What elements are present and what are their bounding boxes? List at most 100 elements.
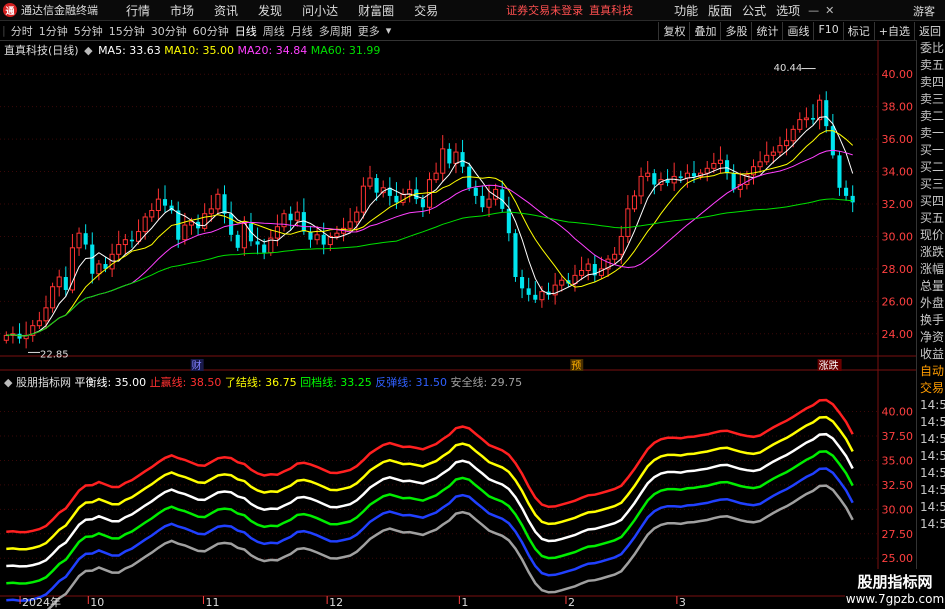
candle-body [394,195,399,203]
candle-body [817,99,823,121]
candle-body [473,187,478,196]
candle-body [440,148,446,174]
panel-item-16: 换手 [920,313,945,327]
panel-item-20: 交易 [920,381,945,395]
panel-item-11: 现价 [920,228,945,242]
candle-body [585,263,591,272]
price-tick: 40.00 [882,68,914,81]
candle-body [255,241,260,245]
user-label[interactable]: 游客 [913,3,935,19]
candle-body [142,216,148,233]
marker-yu: 预 [571,360,581,372]
candle-body [579,270,585,276]
candle-body [96,263,102,275]
candle-body [460,152,465,167]
candle-body [612,253,618,260]
candle-body [757,161,763,168]
panel-item-21: 14:56 [920,398,945,412]
candle-body [288,213,293,221]
panel-item-4: 卖二 [920,109,945,123]
indicator-bands [6,398,854,609]
candle-body [136,231,142,242]
indicator-item-1: 止赢线: 38.50 [149,376,222,389]
candle-body [520,277,525,289]
ma60-line [6,198,853,337]
candle-body [777,145,783,153]
candle-body [314,234,320,241]
candle-body [43,307,49,322]
candle-body [69,247,75,291]
panel-item-13: 涨幅 [920,262,945,276]
candle-body [90,244,95,274]
candle-body [433,172,439,181]
band-line-4 [6,467,854,602]
candle-body [374,178,379,193]
candle-body [770,151,776,156]
candle-body [797,119,803,130]
panel-item-25: 14:56 [920,466,945,480]
panel-item-3: 卖三 [920,92,945,106]
indicator-tick: 40.00 [882,406,914,419]
candle-body [704,167,710,174]
candle-body [764,154,770,163]
tool-fanhui[interactable]: 返回 [914,22,945,40]
settings-diamond-icon[interactable]: ◆ [4,376,12,389]
time-tick: 10 [90,596,104,609]
right-quote-panel: 委比 卖五 卖四 卖三 卖二 卖一 买一 买二 买三 买四 买五 现价 涨跌 涨幅 总量 外盘 换手 净资 收益 自动… [916,40,945,609]
panel-item-12: 涨跌 [920,245,945,259]
indicator-item-3: 回档线: 33.25 [300,376,372,389]
candle-body [367,177,373,187]
indicator-item-5: 安全线: 29.75 [450,376,523,389]
candle-body [360,185,366,213]
candle-body [559,279,565,286]
panel-item-27: 14:56 [920,500,945,514]
candle-body [638,175,644,197]
candle-body [122,239,128,246]
high-price-label: 40.44 [774,63,803,74]
candle-body [824,100,829,127]
candle-body [56,276,62,288]
candle-body [691,173,697,177]
candle-body [447,148,452,164]
indicator-tick: 32.50 [882,479,914,492]
panel-item-14: 总量 [920,279,945,293]
panel-item-18: 收益 [920,347,945,361]
panel-item-2: 卖四 [920,75,945,89]
indicator-tick: 25.00 [882,552,914,565]
candle-body [76,232,82,249]
indicator-tick: 27.50 [882,528,914,541]
price-tick: 28.00 [882,263,914,276]
candle-body [347,221,353,229]
candle-body [803,117,809,121]
candle-body [241,222,247,249]
panel-item-1: 卖五 [920,58,945,72]
candle-body [844,187,849,196]
candle-body [229,213,234,235]
candle-body [149,209,155,218]
watermark-line2: www.7gpzb.com [845,592,945,606]
watermark-line1: 股朋指标网 [857,573,933,591]
candle-body [176,210,181,240]
time-tick: 2 [568,596,575,609]
marker-zd: 涨跌 [819,359,839,372]
indicator-tick: 30.00 [882,503,914,516]
price-tick: 34.00 [882,166,914,179]
panel-item-19: 自动 [920,364,945,378]
candle-body [618,235,624,255]
candle-body [850,195,855,203]
candle-body [83,233,88,245]
candle-body [208,208,214,215]
panel-item-15: 外盘 [920,296,945,310]
candle-body [162,199,168,206]
panel-item-24: 14:56 [920,449,945,463]
indicator-item-4: 反弹线: 31.50 [375,376,447,389]
candle-body [480,195,485,208]
candle-body [678,176,683,179]
candle-body [63,277,68,290]
candle-body [262,244,267,253]
candle-body [652,173,657,185]
panel-item-17: 净资 [920,330,945,344]
candle-body [155,198,161,211]
indicator-tick: 35.00 [882,454,914,467]
chart-area[interactable]: 40.00 38.00 36.00 34.00 32.00 30.00 28.00 26.00… [0,0,916,609]
